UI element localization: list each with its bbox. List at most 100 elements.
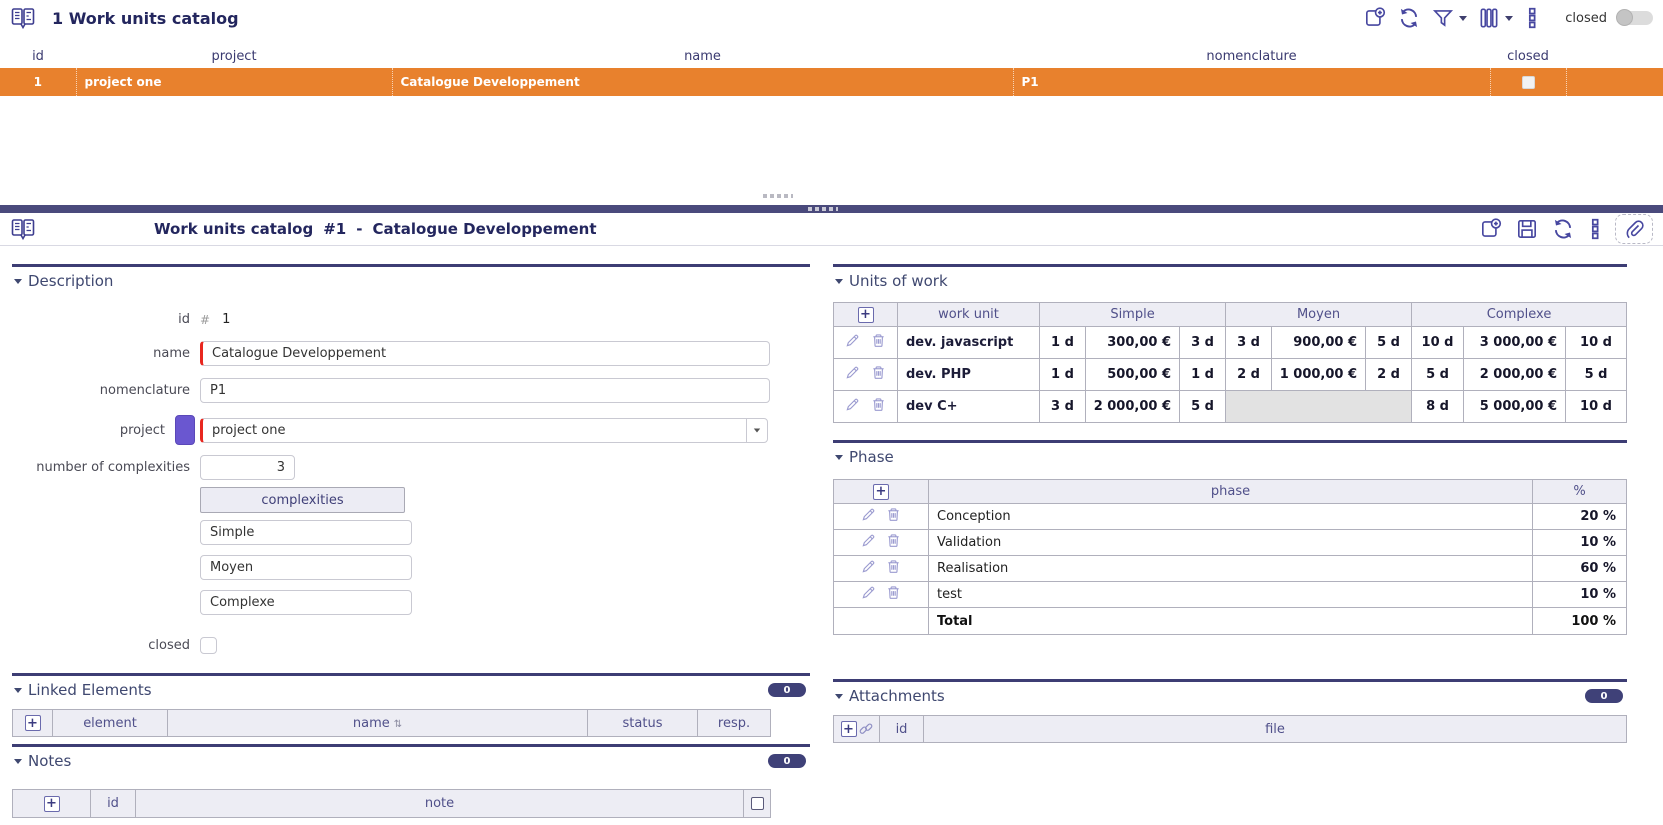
detail-title-number: #1 (323, 220, 347, 238)
collapse-triangle-icon[interactable] (14, 758, 22, 764)
columns-icon[interactable] (1477, 6, 1501, 30)
notes-section-header[interactable]: Notes 0 (12, 752, 810, 770)
add-work-unit-button[interactable] (857, 306, 874, 323)
delete-trash-icon[interactable] (886, 585, 901, 600)
row-id[interactable]: 1 (0, 68, 76, 96)
delete-trash-icon[interactable] (886, 559, 901, 574)
attachments-section-header[interactable]: Attachments 0 (833, 687, 1627, 705)
closed-filter-toggle[interactable] (1616, 9, 1653, 26)
row-closed-checkbox[interactable] (1521, 75, 1535, 89)
linked-col-name-label: name (352, 715, 390, 731)
phase-section-header[interactable]: Phase (833, 448, 1627, 466)
closed-filter-label: closed (1565, 10, 1607, 26)
collapse-triangle-icon[interactable] (835, 693, 843, 699)
catalog-book-icon (10, 217, 36, 241)
notes-divider (12, 744, 810, 747)
uow-value: 10 d (1411, 326, 1465, 359)
columns-caret-icon[interactable] (1505, 15, 1514, 21)
uow-row-actions (833, 390, 898, 423)
splitter-grip-icon[interactable] (808, 207, 838, 211)
complexities-button[interactable]: complexities (200, 487, 405, 513)
project-combo[interactable]: project one (200, 417, 768, 443)
add-linked-element-button[interactable] (24, 715, 41, 731)
row-name[interactable]: Catalogue Developpement (391, 68, 1013, 96)
complexities-count-input[interactable]: 3 (200, 455, 295, 480)
add-note-button[interactable] (43, 795, 60, 812)
sort-icon[interactable]: ⇅ (394, 719, 402, 730)
linked-elements-divider (12, 673, 810, 676)
uow-row-1: dev. javascript 1 d 300,00 € 3 d 3 d 900… (833, 326, 1628, 359)
filter-caret-icon[interactable] (1459, 15, 1468, 21)
complexity-2-input[interactable]: Moyen (200, 555, 412, 580)
nomenclature-input[interactable]: P1 (200, 378, 770, 403)
panel-splitter[interactable] (0, 205, 1663, 213)
collapse-triangle-icon[interactable] (14, 278, 22, 284)
uow-value: 2 d (1225, 358, 1273, 391)
filter-menu[interactable] (1431, 6, 1468, 30)
notes-select-checkbox[interactable] (750, 797, 764, 810)
link-chain-icon[interactable] (859, 722, 873, 736)
description-section-header[interactable]: Description (12, 272, 810, 290)
uow-value: 5 000,00 € (1463, 390, 1567, 423)
phase-percent: 10 % (1532, 529, 1627, 556)
delete-trash-icon[interactable] (871, 397, 886, 412)
uow-value: 10 d (1565, 326, 1628, 359)
phase-total-value: 100 % (1532, 607, 1627, 635)
save-icon[interactable] (1515, 217, 1539, 241)
more-menu-icon[interactable] (1523, 6, 1541, 30)
toggle-knob[interactable] (1616, 9, 1633, 26)
delete-trash-icon[interactable] (871, 333, 886, 348)
phase-percent: 10 % (1532, 581, 1627, 608)
add-attachment-button[interactable] (840, 721, 857, 737)
edit-pencil-icon[interactable] (845, 333, 860, 348)
detail-title: Work units catalog #1 - Catalogue Develo… (154, 220, 597, 238)
row-nomenclature[interactable]: P1 (1012, 68, 1490, 96)
uow-row-actions (833, 358, 898, 391)
project-input[interactable]: project one (200, 417, 747, 443)
complexity-3-input[interactable]: Complexe (200, 590, 412, 615)
units-of-work-section-header[interactable]: Units of work (833, 272, 1627, 290)
closed-checkbox[interactable] (200, 637, 217, 654)
add-record-icon[interactable] (1363, 6, 1387, 30)
edit-pencil-icon[interactable] (861, 585, 876, 600)
catalog-row-selected[interactable]: 1 project one Catalogue Developpement P1 (0, 68, 1663, 96)
uow-value: 300,00 € (1085, 326, 1180, 359)
catalog-list-table: id project name nomenclature closed 1 pr… (0, 44, 1663, 96)
collapse-triangle-icon[interactable] (14, 687, 22, 693)
refresh-icon[interactable] (1551, 217, 1575, 241)
edit-pencil-icon[interactable] (845, 365, 860, 380)
delete-trash-icon[interactable] (871, 365, 886, 380)
more-menu-icon[interactable] (1587, 217, 1603, 241)
columns-menu[interactable] (1477, 6, 1514, 30)
attachment-paperclip-icon[interactable] (1615, 214, 1653, 244)
delete-trash-icon[interactable] (886, 507, 901, 522)
col-header-filler (1566, 44, 1663, 68)
linked-elements-section-header[interactable]: Linked Elements 0 (12, 681, 810, 699)
collapse-triangle-icon[interactable] (835, 454, 843, 460)
row-project[interactable]: project one (75, 68, 392, 96)
row-closed-cell[interactable] (1489, 68, 1566, 96)
edit-pencil-icon[interactable] (861, 507, 876, 522)
edit-pencil-icon[interactable] (861, 559, 876, 574)
complexities-count-label: number of complexities (36, 460, 190, 475)
edit-pencil-icon[interactable] (845, 397, 860, 412)
uow-add-cell (833, 302, 898, 327)
uow-col-simple: Simple (1038, 302, 1227, 327)
detail-title-main: Work units catalog (154, 220, 314, 238)
add-record-icon[interactable] (1479, 217, 1503, 241)
phase-add-cell (833, 479, 929, 504)
filter-icon[interactable] (1431, 6, 1455, 30)
project-dropdown-button[interactable] (746, 417, 768, 443)
col-header-id: id (32, 48, 44, 64)
collapse-triangle-icon[interactable] (835, 278, 843, 284)
splitter-collapse-handle[interactable] (763, 194, 793, 198)
add-phase-button[interactable] (873, 483, 889, 500)
name-input[interactable]: Catalogue Developpement (200, 341, 770, 366)
project-label: project (119, 422, 165, 438)
delete-trash-icon[interactable] (886, 533, 901, 548)
complexity-1-input[interactable]: Simple (200, 520, 412, 545)
edit-pencil-icon[interactable] (861, 533, 876, 548)
uow-header-row: work unit Simple Moyen Complexe (833, 302, 1628, 327)
refresh-icon[interactable] (1397, 6, 1421, 30)
work-unit-name: dev. PHP (897, 358, 1040, 391)
